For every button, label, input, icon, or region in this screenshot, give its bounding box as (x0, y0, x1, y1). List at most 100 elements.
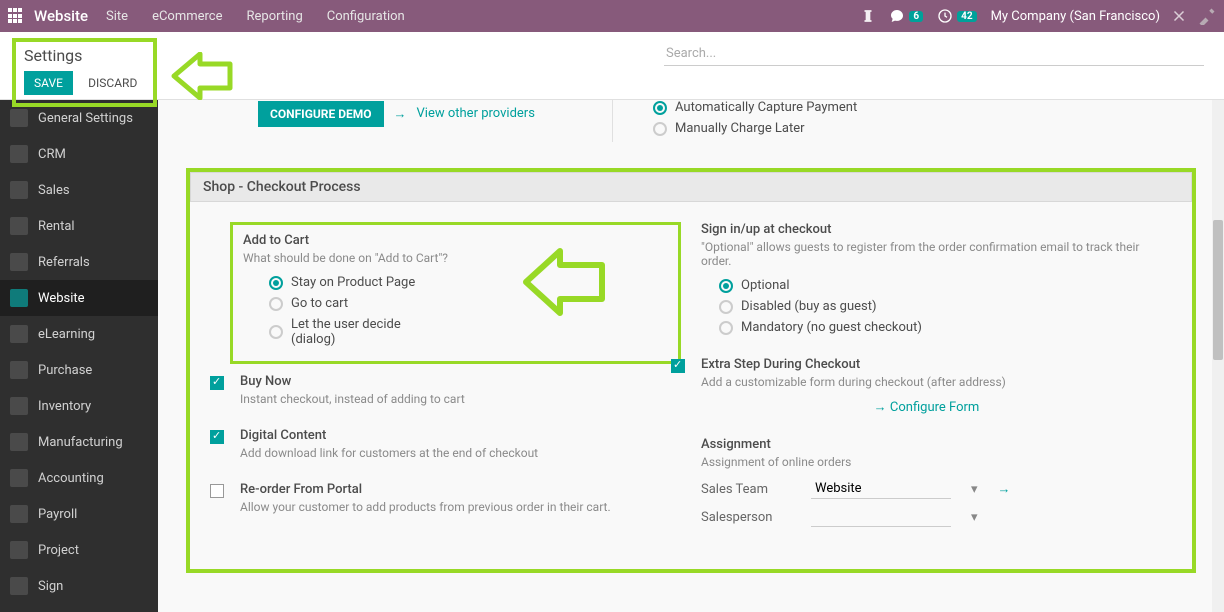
setting-title: Sign in/up at checkout (701, 222, 1152, 237)
sidebar-item-rental[interactable]: Rental (0, 208, 158, 244)
sidebar-item-planning[interactable]: Planning (0, 604, 158, 612)
setting-description: Allow your customer to add products from… (240, 500, 681, 514)
setting-title: Digital Content (240, 428, 681, 443)
sidebar-item-label: Rental (38, 219, 75, 234)
setting-description: "Optional" allows guests to register fro… (701, 240, 1152, 268)
chart-icon (10, 181, 28, 199)
box-icon (10, 397, 28, 415)
phone-icon[interactable] (861, 9, 875, 23)
search-wrap (664, 42, 1204, 66)
menu-ecommerce[interactable]: eCommerce (152, 9, 222, 24)
caret-down-icon[interactable]: ▾ (971, 482, 978, 497)
sidebar-item-label: General Settings (38, 111, 133, 126)
checkbox-reorder[interactable] (210, 484, 224, 498)
setting-title: Re-order From Portal (240, 482, 681, 497)
sidebar-item-label: Accounting (38, 471, 104, 486)
field-label: Sales Team (701, 482, 791, 497)
messages-icon[interactable]: 6 (889, 8, 923, 24)
person-icon (10, 505, 28, 523)
save-button[interactable]: SAVE (24, 71, 73, 95)
menu-configuration[interactable]: Configuration (327, 9, 405, 24)
search-input[interactable] (664, 42, 1204, 66)
setting-description: Add download link for customers at the e… (240, 446, 681, 460)
radio-signin-optional[interactable] (719, 279, 733, 293)
radio-auto-capture[interactable] (653, 101, 667, 115)
sidebar-item-label: Website (38, 291, 85, 306)
checkbox-digital-content[interactable] (210, 430, 224, 444)
sidebar-item-project[interactable]: Project (0, 532, 158, 568)
sidebar-item-payroll[interactable]: Payroll (0, 496, 158, 532)
apps-icon[interactable] (8, 8, 24, 24)
sidebar-item-label: Payroll (38, 507, 77, 522)
close-icon[interactable] (1170, 7, 1188, 25)
radio-label: Go to cart (291, 296, 348, 311)
sidebar-item-sign[interactable]: Sign (0, 568, 158, 604)
wrench-icon[interactable] (1198, 7, 1216, 25)
radio-signin-disabled[interactable] (719, 300, 733, 314)
radio-label: Optional (741, 278, 789, 293)
activities-icon[interactable]: 42 (937, 8, 976, 24)
book-icon (10, 325, 28, 343)
key-icon (10, 217, 28, 235)
discard-button[interactable]: DISCARD (80, 71, 145, 95)
sidebar-item-elearning[interactable]: eLearning (0, 316, 158, 352)
setting-description: Assignment of online orders (701, 455, 1152, 469)
radio-signin-mandatory[interactable] (719, 321, 733, 335)
menu-reporting[interactable]: Reporting (247, 9, 303, 24)
sidebar-item-purchase[interactable]: Purchase (0, 352, 158, 388)
scrollbar-thumb[interactable] (1213, 220, 1223, 360)
configure-demo-button[interactable]: CONFIGURE DEMO (258, 101, 384, 127)
caret-down-icon[interactable]: ▾ (971, 510, 978, 525)
radio-go-to-cart[interactable] (269, 297, 283, 311)
radio-user-decide[interactable] (269, 325, 283, 339)
gear-icon (10, 109, 28, 127)
sidebar-item-label: Sales (38, 183, 70, 198)
tasks-icon (10, 541, 28, 559)
activities-badge: 42 (957, 11, 976, 22)
sidebar-item-manufacturing[interactable]: Manufacturing (0, 424, 158, 460)
view-other-providers-link[interactable]: View other providers (417, 106, 535, 121)
radio-label: Automatically Capture Payment (675, 100, 857, 115)
setting-description: Add a customizable form during checkout … (701, 375, 1152, 389)
messages-badge: 6 (909, 11, 923, 22)
salesperson-select[interactable] (811, 507, 951, 527)
sidebar-item-accounting[interactable]: Accounting (0, 460, 158, 496)
setting-description: What should be done on "Add to Cart"? (243, 251, 668, 265)
configure-form-link[interactable]: Configure Form (890, 400, 979, 415)
sidebar-item-website[interactable]: Website (0, 280, 158, 316)
sidebar-item-label: CRM (38, 147, 66, 162)
sidebar-item-sales[interactable]: Sales (0, 172, 158, 208)
radio-stay-on-page[interactable] (269, 276, 283, 290)
sidebar-item-crm[interactable]: CRM (0, 136, 158, 172)
sidebar-item-label: Manufacturing (38, 435, 123, 450)
pen-icon (10, 577, 28, 595)
sidebar-item-label: Inventory (38, 399, 91, 414)
settings-content: CONFIGURE DEMO → View other providers Au… (158, 100, 1224, 612)
sidebar-item-referrals[interactable]: Referrals (0, 244, 158, 280)
wrench-icon (10, 433, 28, 451)
chevron-right-icon: → (394, 106, 407, 122)
external-link-icon[interactable]: → (998, 481, 1011, 497)
company-selector[interactable]: My Company (San Francisco) (991, 9, 1160, 24)
control-panel: Settings SAVE DISCARD (0, 32, 1224, 100)
radio-manual-charge[interactable] (653, 122, 667, 136)
setting-description: Instant checkout, instead of adding to c… (240, 392, 681, 406)
radio-label: Disabled (buy as guest) (741, 299, 877, 314)
radio-label: Stay on Product Page (291, 275, 415, 290)
sidebar-item-label: Sign (38, 579, 63, 594)
settings-sidebar: General Settings CRM Sales Rental Referr… (0, 100, 158, 612)
money-icon (10, 469, 28, 487)
menu-site[interactable]: Site (106, 9, 128, 24)
cart-icon (10, 361, 28, 379)
people-icon (10, 253, 28, 271)
setting-title: Assignment (701, 437, 1152, 452)
checkout-section-highlight: Shop - Checkout Process Add to Cart What… (186, 168, 1196, 573)
checkbox-buy-now[interactable] (210, 376, 224, 390)
radio-label: Mandatory (no guest checkout) (741, 320, 922, 335)
app-brand[interactable]: Website (34, 7, 88, 25)
scrollbar-vertical[interactable] (1212, 100, 1224, 612)
sidebar-item-inventory[interactable]: Inventory (0, 388, 158, 424)
sales-team-select[interactable] (811, 479, 951, 499)
arrow-right-icon: → (874, 400, 890, 415)
checkbox-extra-step[interactable] (671, 359, 685, 373)
